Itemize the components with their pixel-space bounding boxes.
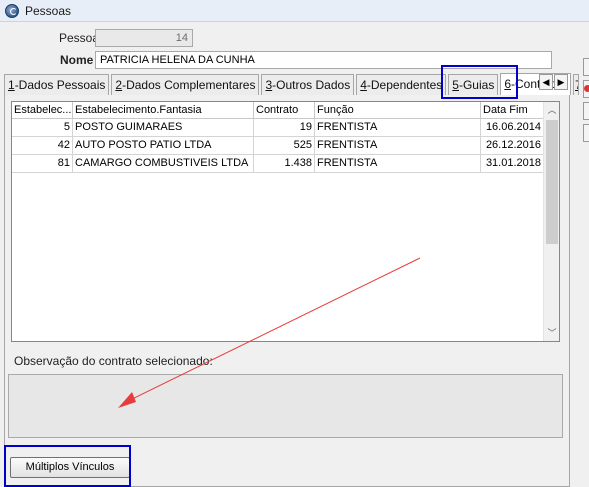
annotation-arrow-line xyxy=(125,257,421,403)
annotation-arrow xyxy=(118,257,421,408)
annotation-arrow-head xyxy=(118,392,136,408)
